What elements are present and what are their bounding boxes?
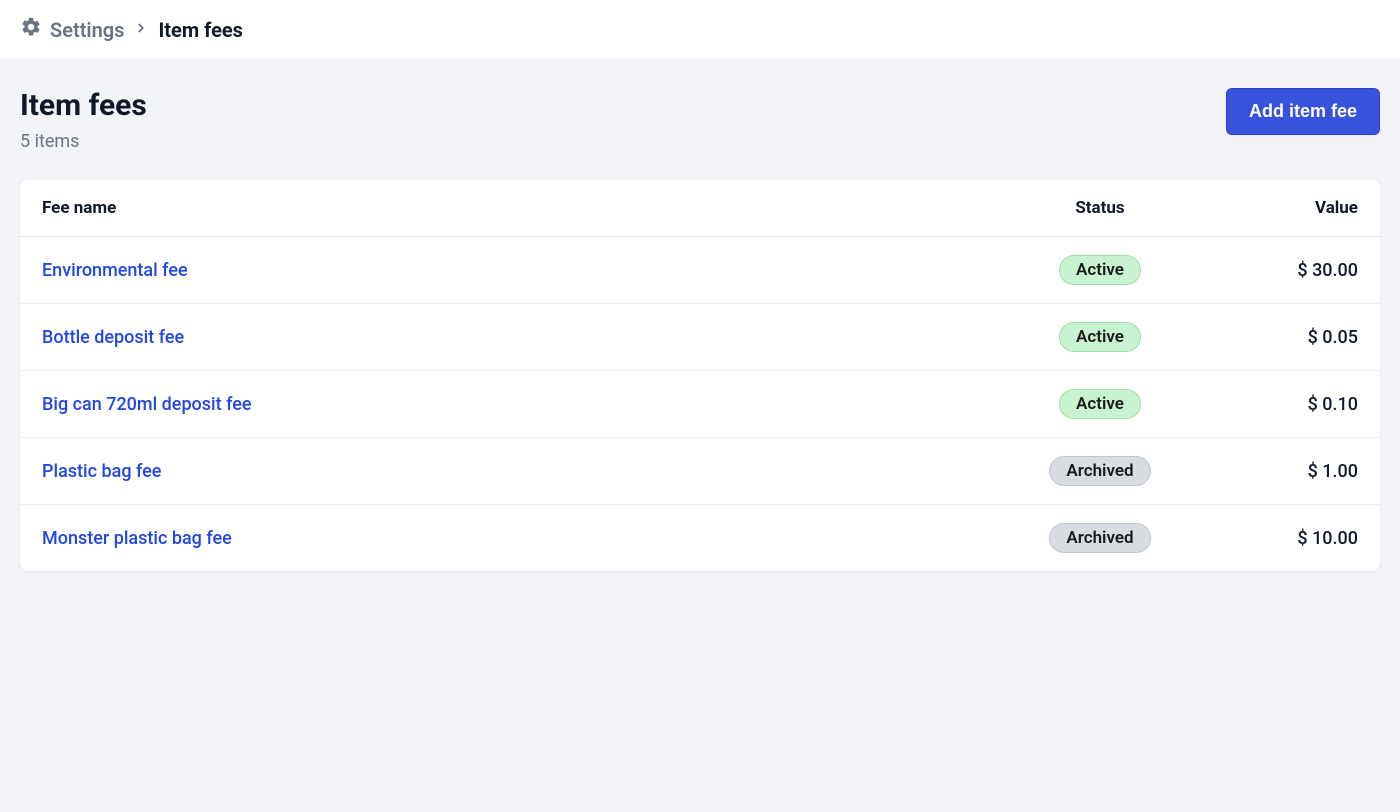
cell-value: $ 0.05 bbox=[1200, 304, 1380, 371]
fee-name-link[interactable]: Monster plastic bag fee bbox=[42, 528, 232, 549]
fee-name-link[interactable]: Bottle deposit fee bbox=[42, 327, 184, 348]
breadcrumb-parent-label: Settings bbox=[50, 18, 124, 42]
table-row: Bottle deposit fee Active $ 0.05 bbox=[20, 304, 1380, 371]
table-row: Big can 720ml deposit fee Active $ 0.10 bbox=[20, 371, 1380, 438]
chevron-right-icon bbox=[134, 20, 148, 39]
cell-status: Archived bbox=[1000, 438, 1200, 505]
cell-status: Archived bbox=[1000, 505, 1200, 572]
status-badge: Archived bbox=[1049, 456, 1150, 486]
fee-name-link[interactable]: Plastic bag fee bbox=[42, 461, 161, 482]
cell-status: Active bbox=[1000, 371, 1200, 438]
table-row: Environmental fee Active $ 30.00 bbox=[20, 237, 1380, 304]
cell-value: $ 10.00 bbox=[1200, 505, 1380, 572]
fee-name-link[interactable]: Environmental fee bbox=[42, 260, 188, 281]
status-badge: Active bbox=[1059, 322, 1141, 352]
breadcrumb: Settings Item fees bbox=[0, 0, 1400, 60]
status-badge: Active bbox=[1059, 255, 1141, 285]
page-title: Item fees bbox=[20, 88, 147, 123]
breadcrumb-current-label: Item fees bbox=[158, 18, 243, 42]
main-content: Item fees 5 items Add item fee Fee name … bbox=[0, 60, 1400, 599]
status-badge: Archived bbox=[1049, 523, 1150, 553]
cell-fee-name: Bottle deposit fee bbox=[20, 304, 1000, 371]
item-fees-table: Fee name Status Value Environmental fee A… bbox=[20, 180, 1380, 571]
status-badge: Active bbox=[1059, 389, 1141, 419]
table-row: Monster plastic bag fee Archived $ 10.00 bbox=[20, 505, 1380, 572]
add-item-fee-button[interactable]: Add item fee bbox=[1226, 88, 1380, 135]
page-header-left: Item fees 5 items bbox=[20, 88, 147, 152]
cell-fee-name: Big can 720ml deposit fee bbox=[20, 371, 1000, 438]
cell-status: Active bbox=[1000, 237, 1200, 304]
table-row: Plastic bag fee Archived $ 1.00 bbox=[20, 438, 1380, 505]
cell-fee-name: Monster plastic bag fee bbox=[20, 505, 1000, 572]
cell-value: $ 0.10 bbox=[1200, 371, 1380, 438]
cell-fee-name: Environmental fee bbox=[20, 237, 1000, 304]
breadcrumb-parent-link[interactable]: Settings bbox=[20, 16, 124, 43]
page-subtitle: 5 items bbox=[20, 131, 147, 152]
cell-value: $ 30.00 bbox=[1200, 237, 1380, 304]
gear-icon bbox=[20, 16, 42, 43]
column-header-status: Status bbox=[1000, 180, 1200, 237]
cell-value: $ 1.00 bbox=[1200, 438, 1380, 505]
cell-fee-name: Plastic bag fee bbox=[20, 438, 1000, 505]
cell-status: Active bbox=[1000, 304, 1200, 371]
fee-name-link[interactable]: Big can 720ml deposit fee bbox=[42, 394, 252, 415]
item-fees-table-card: Fee name Status Value Environmental fee A… bbox=[20, 180, 1380, 571]
column-header-name: Fee name bbox=[20, 180, 1000, 237]
page-header: Item fees 5 items Add item fee bbox=[20, 88, 1380, 152]
column-header-value: Value bbox=[1200, 180, 1380, 237]
table-header-row: Fee name Status Value bbox=[20, 180, 1380, 237]
